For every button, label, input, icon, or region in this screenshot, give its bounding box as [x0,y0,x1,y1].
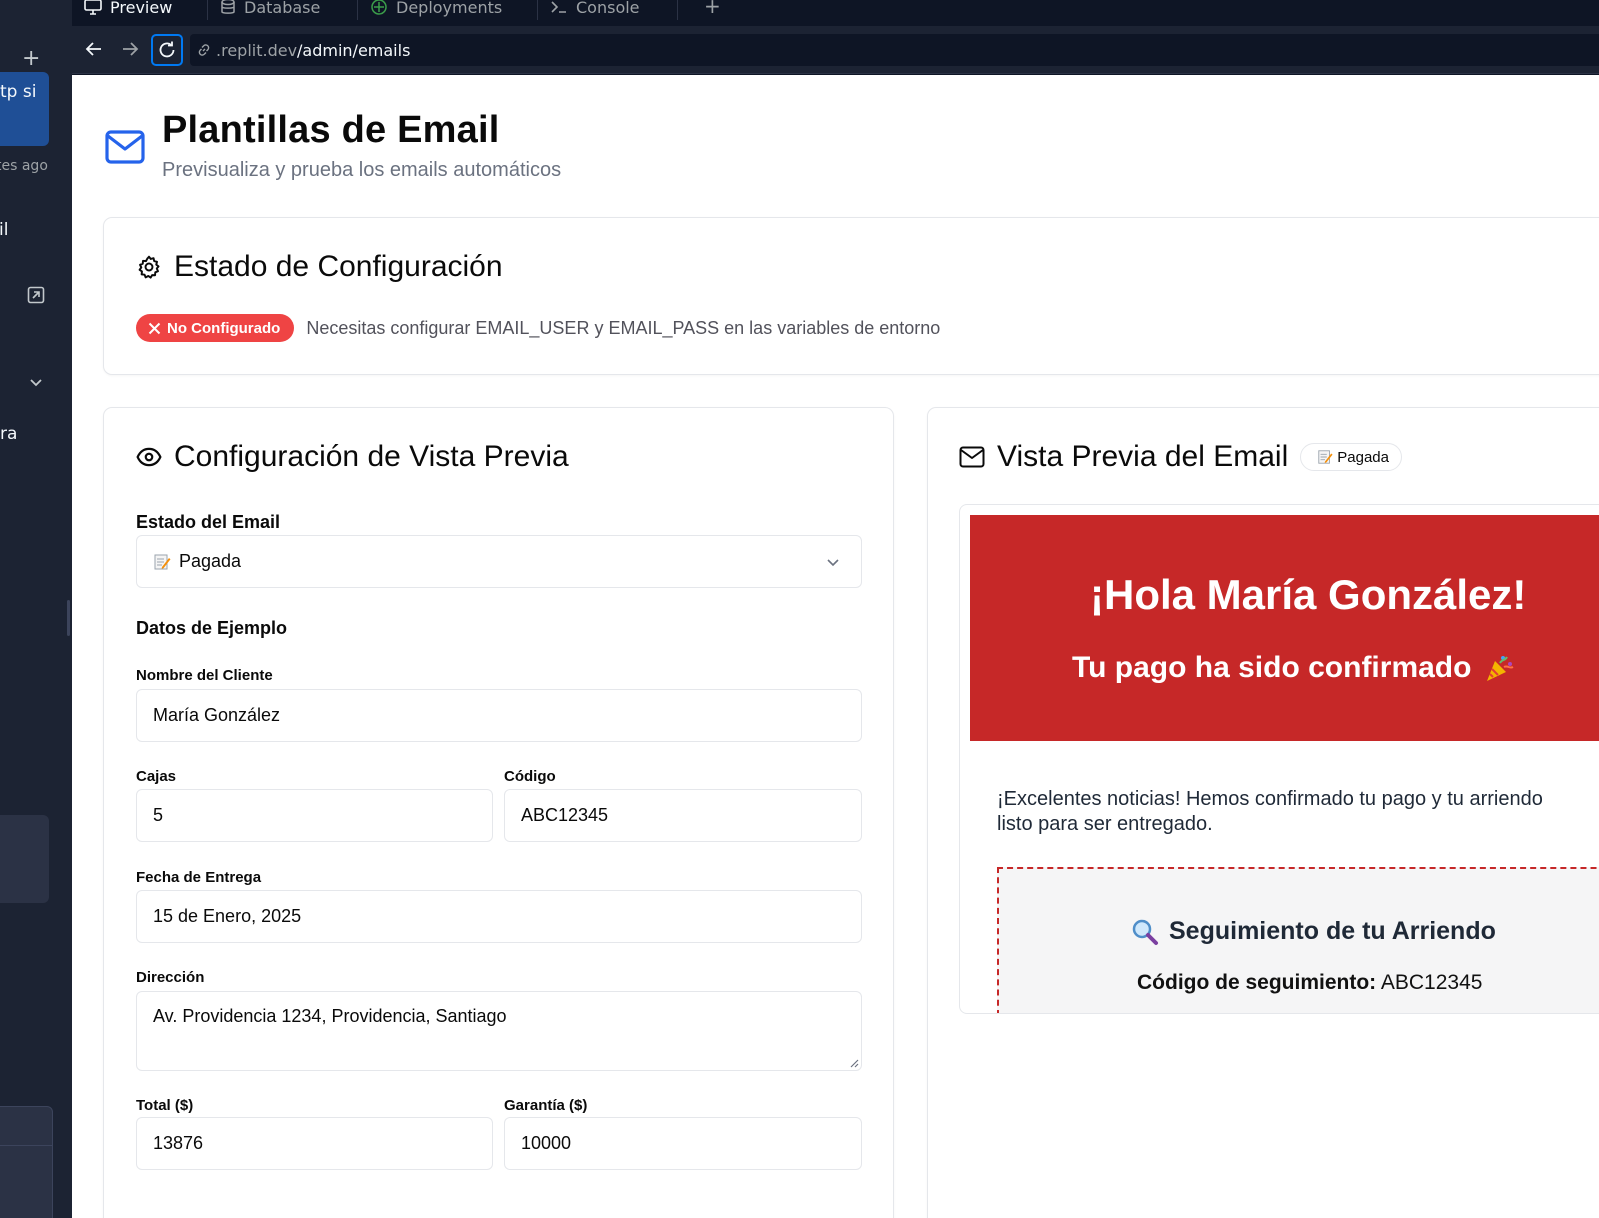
reload-button[interactable] [151,34,183,66]
nombre-label: Nombre del Cliente [136,667,273,684]
config-status-card: Estado de Configuración No Configurado N… [103,217,1599,375]
workspace-tab-bar: Preview Database Deployments Console + [72,0,1599,26]
chevron-down-icon[interactable] [28,374,44,390]
status-badge-label: No Configurado [167,319,281,337]
reload-icon [159,41,175,58]
resize-grip-icon[interactable] [849,1058,859,1068]
page-title: Plantillas de Email [162,109,500,151]
garantia-label: Garantía ($) [504,1097,588,1114]
pane-resize-handle[interactable] [67,600,70,636]
deploy-icon [371,0,387,15]
sidebar-text-fragment-2: ra [0,424,18,444]
monitor-icon [84,0,102,15]
tab-console[interactable]: Console [538,0,678,22]
email-render-frame: ¡Hola María González! Tu pago ha sido co… [959,504,1599,1014]
tracking-code-label: Código de seguimiento: [1137,971,1377,994]
status-badge: No Configurado [136,314,295,342]
magnifier-icon [1132,919,1158,945]
email-status-badge: Pagada [1300,443,1402,471]
browser-url-bar: .replit.dev/admin/emails [72,26,1599,74]
preview-config-title: Configuración de Vista Previa [174,440,569,473]
config-status-title: Estado de Configuración [174,250,503,283]
chat-input-panel[interactable] [0,1106,53,1218]
tab-label: Console [576,0,640,17]
sample-data-heading: Datos de Ejemplo [136,618,288,638]
total-input[interactable]: 13876 [136,1117,493,1170]
mail-icon [959,446,985,468]
total-label: Total ($) [136,1097,194,1114]
tab-label: Deployments [396,0,503,17]
email-subheading: Tu pago ha sido confirmado [1072,651,1472,684]
gear-icon [138,255,160,279]
tab-label: Preview [110,0,173,17]
sidebar-text-fragment: il [0,220,9,240]
forward-arrow-icon[interactable] [119,38,141,60]
chat-timestamp: tes ago [0,158,48,174]
tracking-code-value: ABC12345 [1380,971,1483,994]
tab-deployments[interactable]: Deployments [358,0,538,22]
url-domain: .replit.dev [216,40,298,60]
status-message: Necesitas configurar EMAIL_USER y EMAIL_… [306,317,941,338]
open-external-icon[interactable] [27,286,45,304]
email-preview-title: Vista Previa del Email [997,440,1289,473]
active-chat-item[interactable]: tp si [0,72,49,146]
x-icon [148,322,161,334]
email-body-line-1: ¡Excelentes noticias! Hemos confirmado t… [997,788,1543,810]
page-subtitle: Previsualiza y prueba los emails automát… [162,159,562,181]
database-icon [221,0,235,14]
link-icon [198,44,210,56]
direccion-label: Dirección [136,969,205,986]
memo-icon [154,554,171,569]
cajas-input[interactable]: 5 [136,789,493,842]
direccion-value: Av. Providencia 1234, Providencia, Santi… [153,1006,507,1026]
memo-icon [1318,450,1333,464]
url-input[interactable]: .replit.dev/admin/emails [190,34,1599,66]
codigo-input[interactable]: ABC12345 [504,789,862,842]
mail-icon [105,130,145,164]
email-body-text: ¡Excelentes noticias! Hemos confirmado t… [997,787,1599,837]
add-tab-button[interactable]: + [704,0,721,18]
preview-config-card: Configuración de Vista Previa Estado del… [103,407,894,1218]
chevron-down-icon [827,559,839,567]
email-preview-card: Vista Previa del Email Pagada ¡Hola Marí… [927,407,1599,1218]
email-subheading-row: Tu pago ha sido confirmado [1072,651,1515,685]
sidebar-panel [0,815,49,903]
estado-label: Estado del Email [136,512,281,532]
chat-item-text: tp si [0,82,37,102]
fecha-input[interactable]: 15 de Enero, 2025 [136,890,862,943]
tracking-title-row: Seguimiento de tu Arriendo [1131,917,1496,946]
new-item-button[interactable]: + [22,46,40,71]
cajas-label: Cajas [136,768,177,785]
tab-database[interactable]: Database [208,0,358,22]
email-greeting: ¡Hola María González! [1090,571,1527,618]
estado-select[interactable]: Pagada [136,535,862,588]
email-body-line-2: listo para ser entregado. [997,813,1213,835]
eye-icon [136,447,162,467]
url-path: /admin/emails [297,40,411,60]
estado-value: Pagada [179,551,242,571]
tab-label: Database [244,0,321,17]
nombre-input[interactable]: María González [136,689,862,742]
party-popper-icon [1487,656,1514,681]
tab-preview[interactable]: Preview [72,0,208,22]
tracking-box: Seguimiento de tu Arriendo Código de seg… [997,867,1599,1013]
direccion-textarea[interactable]: Av. Providencia 1234, Providencia, Santi… [136,991,862,1071]
tracking-title: Seguimiento de tu Arriendo [1169,917,1496,945]
terminal-icon [551,1,566,13]
admin-emails-page: Plantillas de Email Previsualiza y prueb… [72,75,1599,1218]
ide-left-sidebar: + tp si tes ago il ra [0,0,72,1218]
back-arrow-icon[interactable] [83,38,105,60]
email-status-badge-label: Pagada [1337,448,1389,466]
garantia-input[interactable]: 10000 [504,1117,862,1170]
tracking-code-row: Código de seguimiento: ABC12345 [1137,971,1482,995]
fecha-label: Fecha de Entrega [136,869,262,886]
email-hero-banner: ¡Hola María González! Tu pago ha sido co… [970,515,1599,741]
codigo-label: Código [504,768,556,785]
